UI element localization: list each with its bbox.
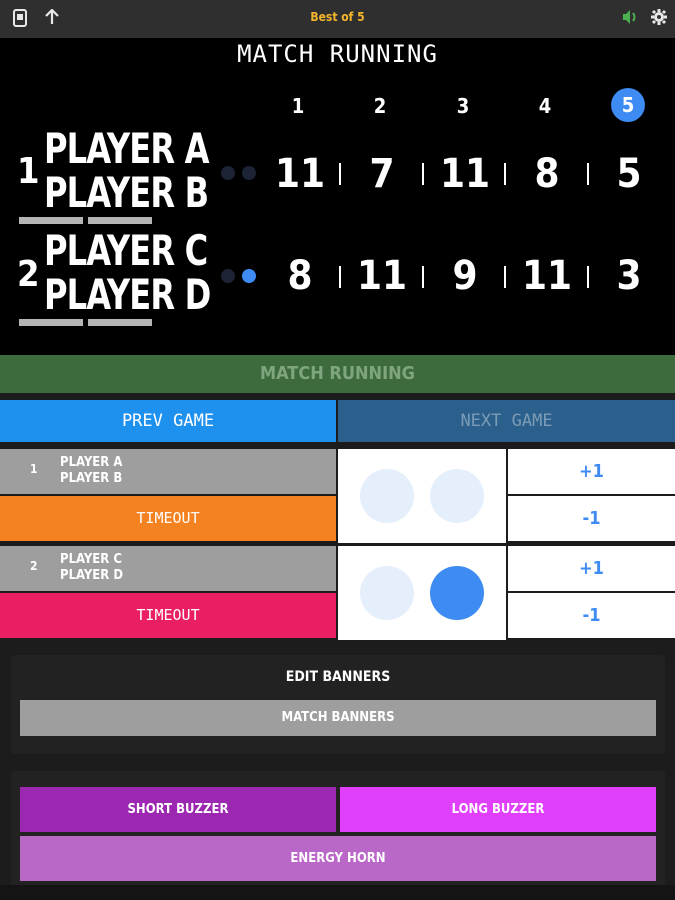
team-1-score-game-1: 11 [274,151,326,197]
team-1-seed: 1 [17,151,40,192]
team-2-serve-toggle-2-active[interactable] [430,566,484,620]
prev-game-button[interactable]: PREV GAME [0,400,336,442]
sounds-panel: SHORT BUZZER LONG BUZZER ENERGY HORN [11,771,665,900]
team-1-serve-toggle-1[interactable] [360,469,414,523]
energy-horn-button[interactable]: ENERGY HORN [20,836,656,881]
team-1-control-seed: 1 [30,462,38,476]
long-buzzer-button[interactable]: LONG BUZZER [340,787,656,832]
team-2-timeout-button[interactable]: TIMEOUT [0,593,336,638]
match-banners-button[interactable]: MATCH BANNERS [20,700,656,736]
edit-banners-heading: EDIT BANNERS [285,669,391,685]
team-1-plus-one-button[interactable]: +1 [508,449,675,494]
team-1-control-row[interactable]: 1 PLAYER A PLAYER B [0,449,336,494]
match-format-title: Best of 5 [310,10,365,24]
team-1-control-player-1: PLAYER A [60,455,123,470]
team-2-serve-dot-2-active [242,269,256,283]
team-2-plus-one-button[interactable]: +1 [508,546,675,591]
team-1-score-game-5: 5 [616,151,642,197]
team-2-control-player-2: PLAYER D [60,568,124,583]
team-2-control-row[interactable]: 2 PLAYER C PLAYER D [0,546,336,591]
team-2-score-game-4: 11 [521,253,573,299]
game-number-4: 4 [538,94,552,118]
team-1-player-1: PLAYER A [44,124,209,173]
bottom-edge [0,885,675,900]
team-2-score-game-2: 11 [356,253,408,299]
speaker-icon[interactable] [620,9,640,29]
game-number-1: 1 [291,94,305,118]
match-state-heading: MATCH RUNNING [237,40,438,68]
game-number-2: 2 [373,94,387,118]
team-2-control-names: PLAYER C PLAYER D [60,552,123,584]
team-2-minus-one-button[interactable]: -1 [508,593,675,638]
score-separator [587,163,589,185]
team-2-control-player-1: PLAYER C [60,552,122,567]
team-2-score-game-1: 8 [287,253,313,299]
team-1-score-game-2: 7 [369,151,395,197]
team-1-player-2: PLAYER B [44,168,209,217]
game-number-5-active: 5 [611,88,645,122]
team-1-minus-one-button[interactable]: -1 [508,496,675,541]
team-1-serve-panel[interactable] [338,449,506,543]
team-2-underline-right [88,319,152,326]
game-number-3: 3 [456,94,470,118]
score-separator [504,266,506,288]
scoreboard: MATCH RUNNING 1 2 3 4 5 1 PLAYER A PLAYE… [0,38,675,355]
team-1-underline-right [88,217,152,224]
score-separator [422,266,424,288]
team-2-serve-toggle-1[interactable] [360,566,414,620]
match-status-bar[interactable]: MATCH RUNNING [0,355,675,393]
team-2-serve-panel[interactable] [338,546,506,640]
score-separator [504,163,506,185]
score-separator [422,163,424,185]
team-1-control-player-2: PLAYER B [60,471,123,486]
team-1-score-game-3: 11 [439,151,491,197]
team-2-score-game-3: 9 [452,253,478,299]
team-2-underline-left [19,319,83,326]
team-1-underline-left [19,217,83,224]
score-separator [339,163,341,185]
team-1-serve-dot-2 [242,166,256,180]
next-game-button[interactable]: NEXT GAME [338,400,675,442]
team-1-serve-toggle-2[interactable] [430,469,484,523]
team-2-player-1: PLAYER C [44,226,208,275]
team-2-player-2: PLAYER D [44,270,211,319]
team-2-control-seed: 2 [30,559,38,573]
team-1-timeout-button[interactable]: TIMEOUT [0,496,336,541]
score-separator [339,266,341,288]
gear-icon[interactable] [649,9,669,29]
banners-panel: EDIT BANNERS MATCH BANNERS [11,655,665,754]
top-bar: Best of 5 [0,0,675,38]
team-1-serve-dot-1 [221,166,235,180]
team-2-seed: 2 [17,254,40,295]
team-2-score-game-5: 3 [616,253,642,299]
team-1-control-names: PLAYER A PLAYER B [60,455,122,487]
team-1-score-game-4: 8 [534,151,560,197]
short-buzzer-button[interactable]: SHORT BUZZER [20,787,336,832]
team-2-serve-dot-1 [221,269,235,283]
score-separator [587,266,589,288]
